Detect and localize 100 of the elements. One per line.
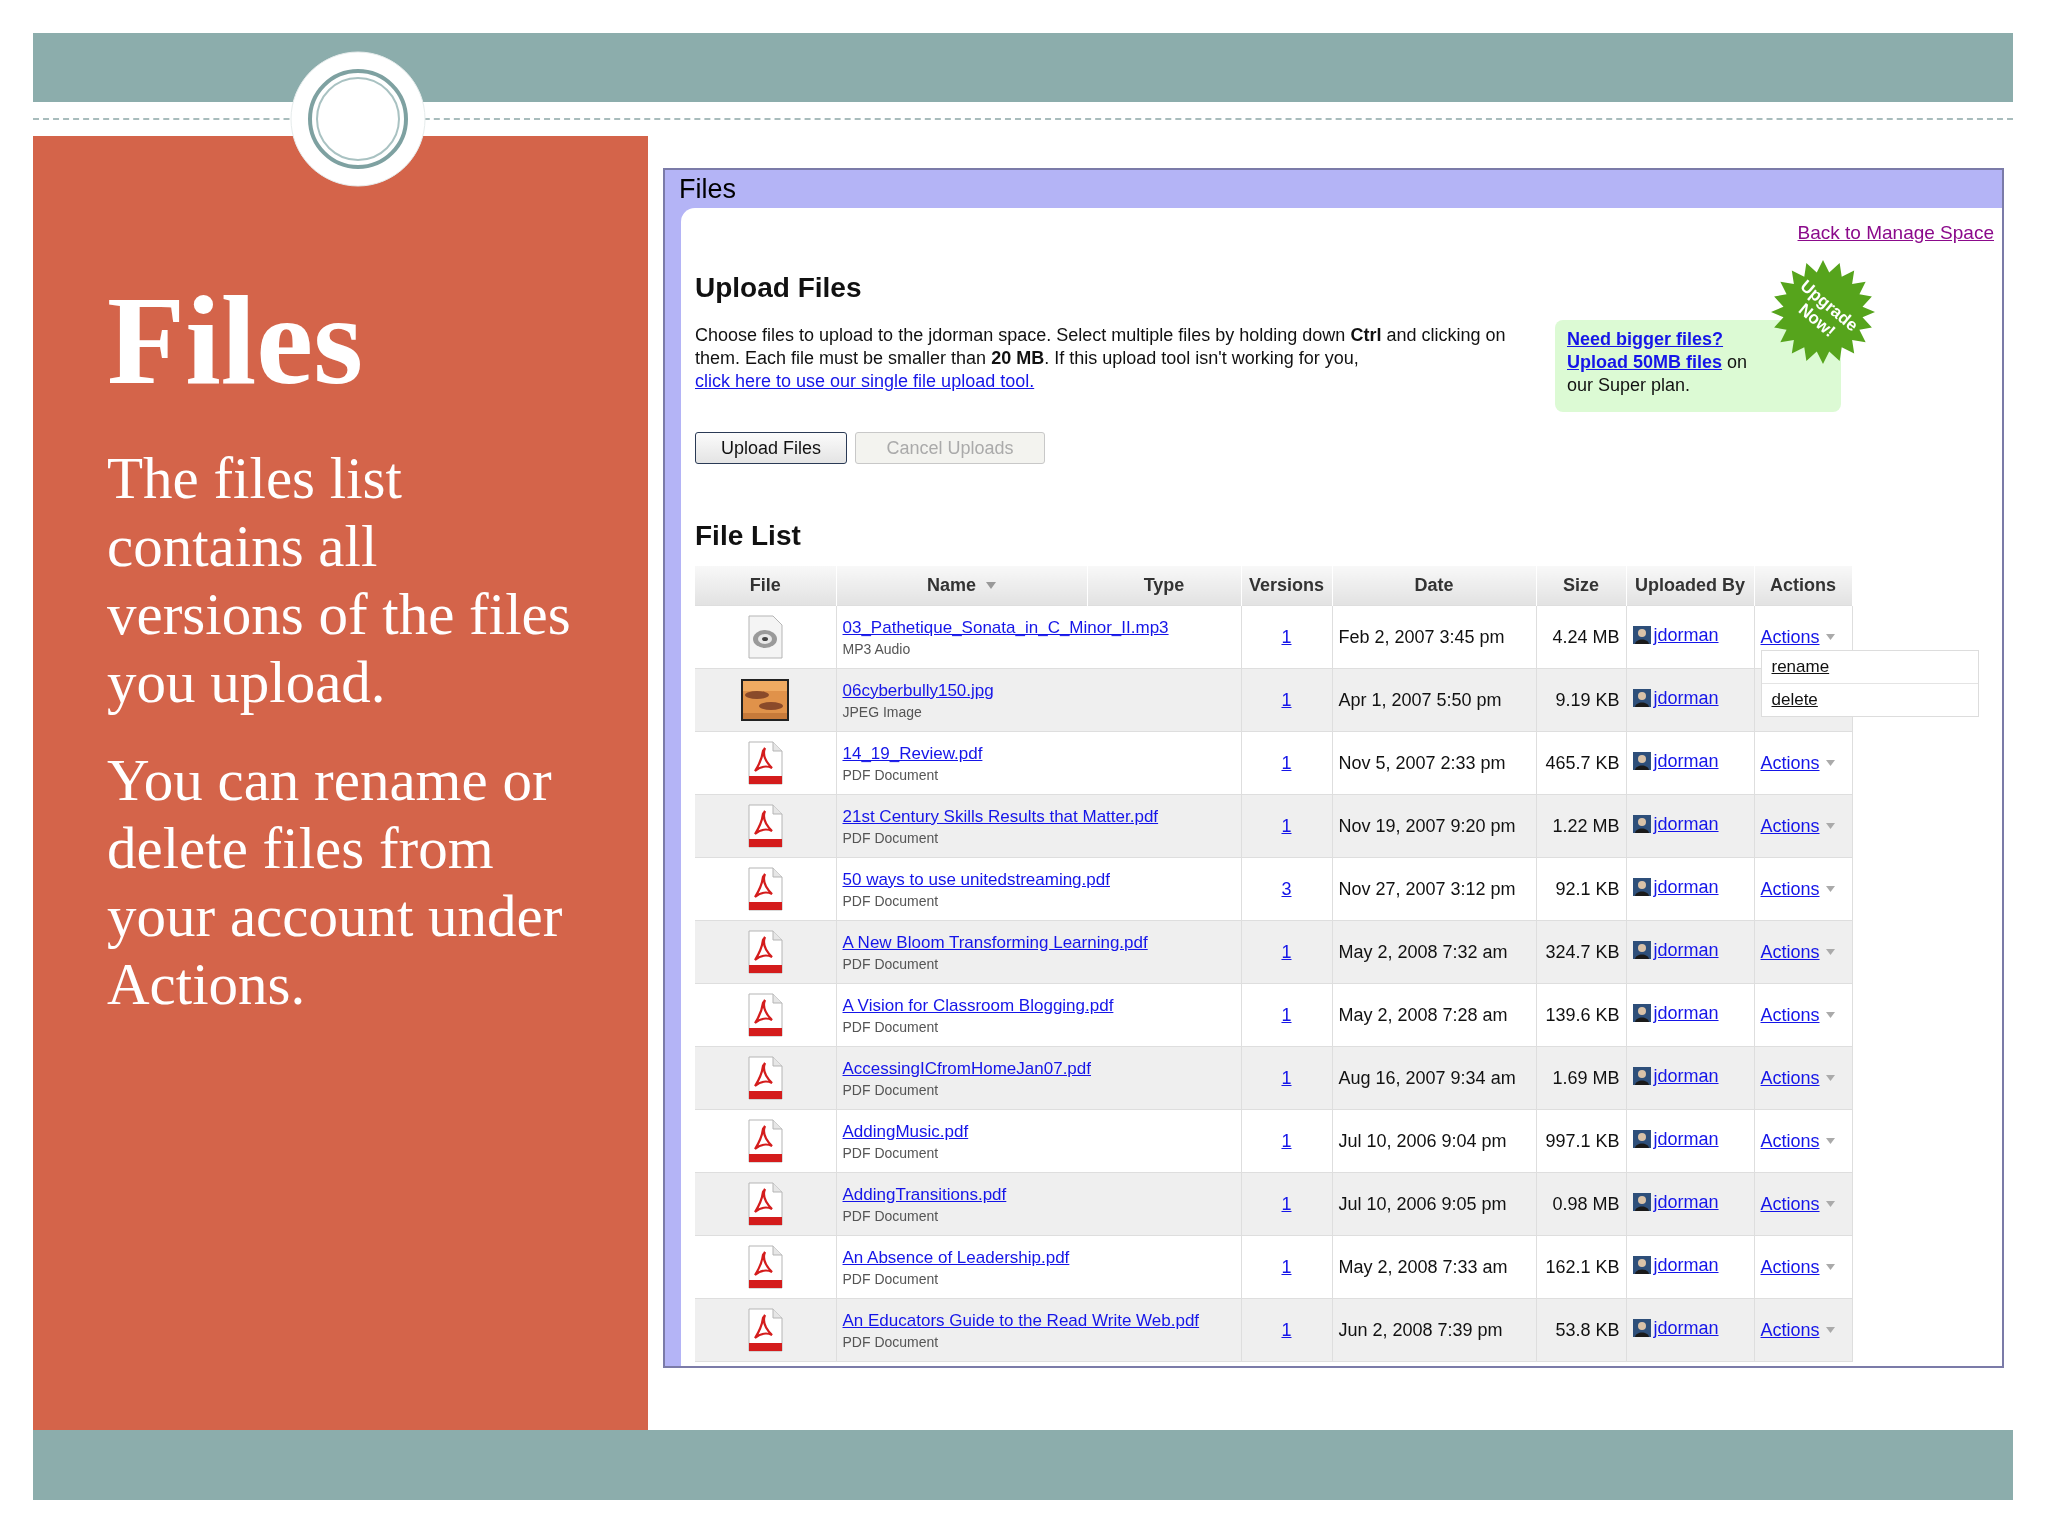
user-avatar-icon	[1632, 1067, 1651, 1086]
file-type: PDF Document	[842, 1081, 940, 1098]
window-title: Files	[678, 173, 737, 206]
user-avatar-icon	[1632, 689, 1651, 708]
pdf-file-icon	[746, 1308, 785, 1352]
column-header[interactable]: File	[695, 566, 836, 606]
file-name-link[interactable]: AccessingICfromHomeJan07.pdf	[842, 1058, 1091, 1079]
file-name-link[interactable]: AddingMusic.pdf	[842, 1121, 969, 1142]
caret-icon	[1825, 760, 1835, 766]
slide-paragraph: The files list contains all versions of the files you upload.	[107, 444, 572, 716]
user-link[interactable]: jdorman	[1653, 813, 1719, 835]
file-name-link[interactable]: 21st Century Skills Results that Matter.pdf	[842, 806, 1159, 827]
upload-50mb-link[interactable]: Upload 50MB files	[1567, 352, 1723, 372]
caret-icon	[1825, 1264, 1835, 1270]
file-name-link[interactable]: A New Bloom Transforming Learning.pdf	[842, 932, 1148, 953]
file-name-link[interactable]: A Vision for Classroom Blogging.pdf	[842, 995, 1114, 1016]
file-type: PDF Document	[842, 955, 940, 972]
circle-ornament-icon	[290, 51, 426, 187]
caret-icon	[1825, 1012, 1835, 1018]
user-link[interactable]: jdorman	[1653, 939, 1719, 961]
slide-paragraph: You can rename or delete files from your account under Actions.	[107, 746, 564, 1018]
versions-link[interactable]: 1	[1281, 626, 1292, 647]
back-link[interactable]: Back to Manage Space	[1797, 222, 1994, 243]
user-link[interactable]: jdorman	[1653, 1317, 1719, 1339]
versions-link[interactable]: 1	[1281, 941, 1292, 962]
bigger-files-link[interactable]: Need bigger files?	[1567, 329, 1724, 349]
user-avatar-icon	[1632, 626, 1651, 645]
user-link[interactable]: jdorman	[1653, 876, 1719, 898]
file-name-link[interactable]: An Educators Guide to the Read Write Web.pdf	[842, 1310, 1200, 1331]
user-link[interactable]: jdorman	[1653, 1065, 1719, 1087]
size-cell: 53.8 KB	[1555, 1319, 1620, 1340]
column-header[interactable]: Size	[1536, 566, 1626, 606]
user-avatar-icon	[1632, 1130, 1651, 1149]
file-name-link[interactable]: 14_19_Review.pdf	[842, 743, 983, 764]
size-cell: 1.69 MB	[1552, 1067, 1620, 1088]
versions-link[interactable]: 1	[1281, 1067, 1292, 1088]
upload-instructions: Choose files to upload to the jdorman space. Select multiple files by holding down Ctrl and clicking on them. Each file must be smaller than 20 MB. If this upload tool isn't working for you, click here to use our single file upload tool.	[695, 324, 1507, 393]
column-header[interactable]: Type	[1087, 566, 1241, 606]
column-header[interactable]: Actions	[1754, 566, 1852, 606]
pdf-file-icon	[746, 1245, 785, 1289]
versions-link[interactable]: 1	[1281, 1130, 1292, 1151]
column-header[interactable]: Versions	[1241, 566, 1332, 606]
user-link[interactable]: jdorman	[1653, 1191, 1719, 1213]
file-name-link[interactable]: 50 ways to use unitedstreaming.pdf	[842, 869, 1110, 890]
menu-item[interactable]: delete	[1761, 684, 1978, 716]
column-header[interactable]: Uploaded By	[1626, 566, 1754, 606]
pdf-file-icon	[746, 867, 785, 911]
user-avatar-icon	[1632, 815, 1651, 834]
size-cell: 9.19 KB	[1555, 689, 1620, 710]
pdf-file-icon	[746, 1182, 785, 1226]
user-link[interactable]: jdorman	[1653, 1128, 1719, 1150]
audio-file-icon	[746, 615, 785, 659]
caret-icon	[1825, 634, 1835, 640]
pdf-file-icon	[746, 741, 785, 785]
user-link[interactable]: jdorman	[1653, 1002, 1719, 1024]
user-avatar-icon	[1632, 1256, 1651, 1275]
file-type: PDF Document	[842, 829, 940, 846]
column-header[interactable]: Date	[1332, 566, 1536, 606]
versions-link[interactable]: 1	[1281, 1004, 1292, 1025]
size-cell: 997.1 KB	[1545, 1130, 1620, 1151]
column-header[interactable]: Name	[836, 566, 1087, 606]
versions-link[interactable]: 3	[1281, 878, 1292, 899]
caret-icon	[1825, 823, 1835, 829]
user-link[interactable]: jdorman	[1653, 750, 1719, 772]
size-cell: 139.6 KB	[1545, 1004, 1620, 1025]
date-cell: Nov 19, 2007 9:20 pm	[1338, 815, 1516, 836]
upload-control-button[interactable]: Upload Files	[695, 432, 847, 464]
user-avatar-icon	[1632, 941, 1651, 960]
file-type: JPEG Image	[842, 703, 923, 720]
versions-link[interactable]: 1	[1281, 1256, 1292, 1277]
date-cell: Jun 2, 2008 7:39 pm	[1338, 1319, 1503, 1340]
file-type: PDF Document	[842, 766, 940, 783]
user-avatar-icon	[1632, 752, 1651, 771]
size-cell: 465.7 KB	[1545, 752, 1620, 773]
menu-item[interactable]: rename	[1761, 651, 1978, 684]
size-cell: 4.24 MB	[1552, 626, 1620, 647]
versions-link[interactable]: 1	[1281, 689, 1292, 710]
date-cell: Jul 10, 2006 9:04 pm	[1338, 1130, 1507, 1151]
file-type: PDF Document	[842, 1333, 940, 1350]
file-type: MP3 Audio	[842, 640, 912, 657]
size-cell: 324.7 KB	[1545, 941, 1620, 962]
date-cell: Nov 5, 2007 2:33 pm	[1338, 752, 1506, 773]
single-upload-link[interactable]: click here to use our single file upload tool.	[695, 371, 1035, 391]
file-name-link[interactable]: 06cyberbully150.jpg	[842, 680, 994, 701]
file-name-link[interactable]: An Absence of Leadership.pdf	[842, 1247, 1070, 1268]
user-link[interactable]: jdorman	[1653, 1254, 1719, 1276]
user-avatar-icon	[1632, 878, 1651, 897]
versions-link[interactable]: 1	[1281, 1193, 1292, 1214]
file-name-link[interactable]: 03_Pathetique_Sonata_in_C_Minor_II.mp3	[842, 617, 1169, 638]
date-cell: May 2, 2008 7:33 am	[1338, 1256, 1508, 1277]
user-avatar-icon	[1632, 1004, 1651, 1023]
user-link[interactable]: jdorman	[1653, 687, 1719, 709]
date-cell: Jul 10, 2006 9:05 pm	[1338, 1193, 1507, 1214]
versions-link[interactable]: 1	[1281, 752, 1292, 773]
file-type: PDF Document	[842, 1144, 940, 1161]
caret-icon	[1825, 1327, 1835, 1333]
versions-link[interactable]: 1	[1281, 1319, 1292, 1340]
file-name-link[interactable]: AddingTransitions.pdf	[842, 1184, 1007, 1205]
user-link[interactable]: jdorman	[1653, 624, 1719, 646]
versions-link[interactable]: 1	[1281, 815, 1292, 836]
